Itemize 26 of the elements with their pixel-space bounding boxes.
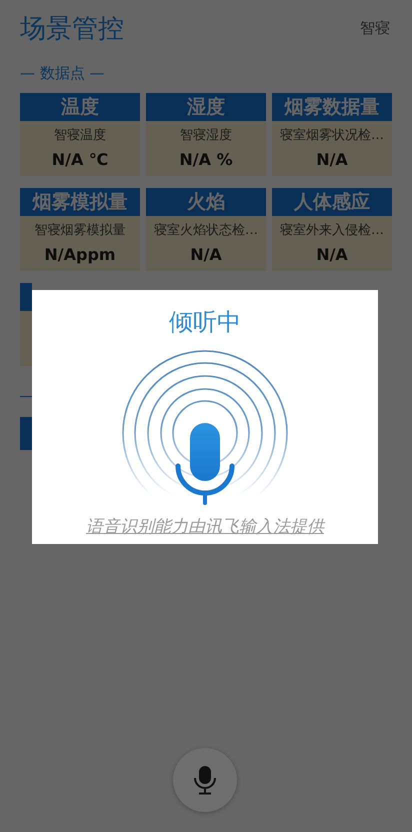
card-label: 寝室烟雾状况检… — [280, 127, 384, 144]
dialog-title: 倾听中 — [169, 307, 241, 338]
section-title: — 数据点 — — [20, 64, 106, 83]
microphone-icon — [192, 765, 218, 795]
card-label: 智寝湿度 — [180, 127, 232, 144]
card-header — [20, 283, 32, 311]
app-name: 智寝 — [360, 18, 390, 38]
card-title: 烟雾数据量 — [272, 93, 392, 121]
card-body — [20, 311, 32, 366]
card-label: 智寝温度 — [54, 127, 106, 144]
card-value: N/A — [316, 150, 348, 169]
card-value: N/A — [316, 245, 348, 264]
card-title: 烟雾模拟量 — [20, 188, 140, 216]
card-value: N/A ℃ — [52, 150, 108, 169]
card-label: 寝室外来入侵检… — [280, 222, 384, 239]
card-title: 人体感应 — [272, 188, 392, 216]
provider-note: 语音识别能力由讯飞输入法提供 — [86, 516, 324, 538]
card-title: 火焰 — [146, 188, 266, 216]
card-value: N/A — [190, 245, 222, 264]
card-title: 温度 — [20, 93, 140, 121]
card-label: 寝室火焰状态检… — [154, 222, 258, 239]
card-value: N/Appm — [44, 245, 116, 264]
card-label: 智寝烟雾模拟量 — [34, 222, 126, 239]
card-title: 湿度 — [146, 93, 266, 121]
card-value: N/A % — [179, 150, 233, 169]
page-title: 场景管控 — [20, 12, 124, 46]
